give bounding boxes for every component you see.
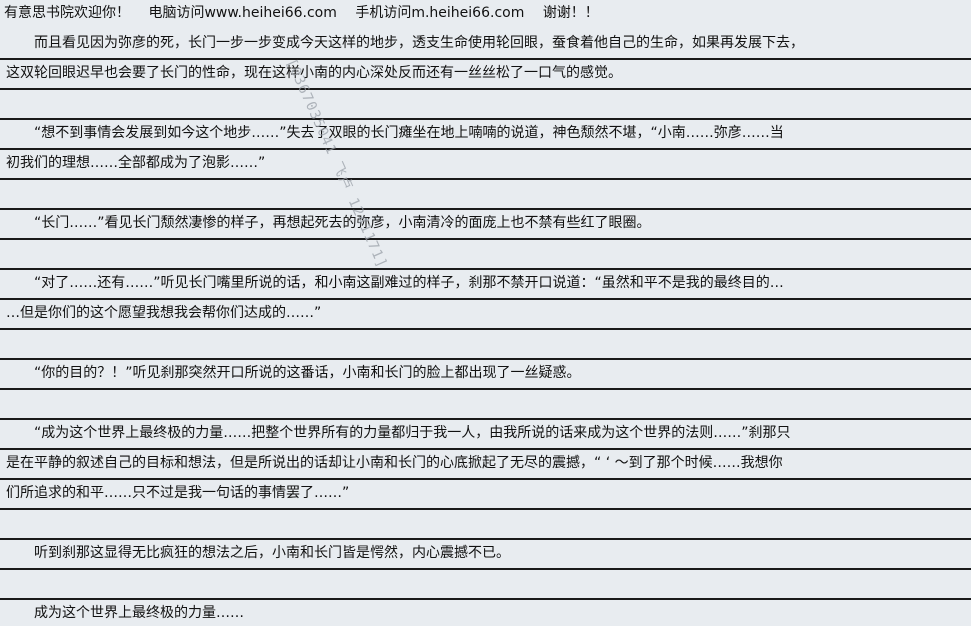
text-line-9: “对了……还有……”听见长门嘴里所说的话，和小南这副难过的样子，刹那不禁开口说道… — [6, 275, 784, 291]
text-line-14: “成为这个世界上最终极的力量……把整个世界所有的力量都归于我一人，由我所说的话来… — [6, 425, 791, 441]
text-line-12: “你的目的？！”听见刹那突然开口所说的这番话，小南和长门的脸上都出现了一丝疑惑。 — [6, 365, 581, 381]
text-line-1: 而且看见因为弥彦的死，长门一步一步变成今天这样的地步，透支生命使用轮回眼，蚕食着… — [6, 35, 804, 51]
text-line-15: 是在平静的叙述自己的目标和想法，但是所说出的话却让小南和长门的心底掀起了无尽的震… — [6, 455, 783, 471]
text-line-5: 初我们的理想……全部都成为了泡影……” — [6, 155, 266, 171]
text-line-18: 听到刹那这显得无比疯狂的想法之后，小南和长门皆是愕然，内心震撼不已。 — [6, 545, 510, 561]
header-welcome: 有意思书院欢迎你！ — [4, 5, 130, 21]
text-line-16: 们所追求的和平……只不过是我一句话的事情罢了……” — [6, 485, 350, 501]
text-line-10: …但是你们的这个愿望我想我会帮你们达成的……” — [6, 305, 322, 321]
text-line-20: 成为这个世界上最终极的力量…… — [6, 605, 244, 621]
site-header: 有意思书院欢迎你！ 电脑访问www.heihei66.com 手机访问m.hei… — [4, 4, 613, 22]
header-pc-link[interactable]: 电脑访问www.heihei66.com — [148, 5, 336, 21]
text-line-2: 这双轮回眼迟早也会要了长门的性命，现在这样小南的内心深处反而还有一丝丝松了一口气… — [6, 65, 622, 81]
header-thanks: 谢谢！！ — [542, 5, 599, 21]
header-mobile-link[interactable]: 手机访问m.heihei66.com — [355, 5, 524, 21]
text-page: 而且看见因为弥彦的死，长门一步一步变成今天这样的地步，透支生命使用轮回眼，蚕食着… — [0, 30, 971, 626]
text-line-7: “长门……”看见长门颓然凄惨的样子，再想起死去的弥彦，小南清冷的面庞上也不禁有些… — [6, 215, 651, 231]
text-line-4: “想不到事情会发展到如今这个地步……”失去了双眼的长门瘫坐在地上喃喃的说道，神色… — [6, 125, 784, 141]
